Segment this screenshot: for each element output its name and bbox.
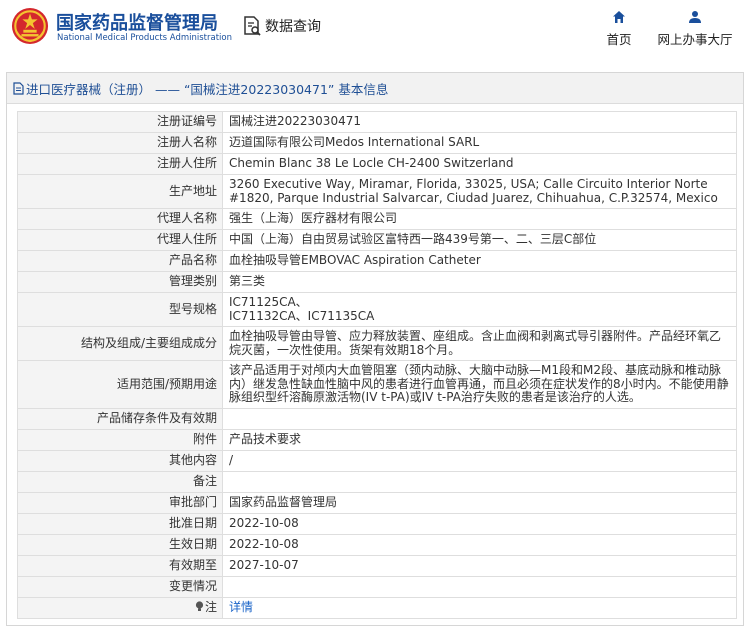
field-value — [222, 408, 737, 430]
registration-info-table: 注册证编号 国械注进20223030471 注册人名称 迈道国际有限公司Medos I… — [17, 111, 737, 619]
nav-home[interactable]: 首页 — [604, 10, 634, 48]
field-label: 注册证编号 — [17, 111, 223, 133]
field-value: 血栓抽吸导管由导管、应力释放装置、座组成。含止血阀和剥离式导引器附件。产品经环氧… — [222, 326, 737, 361]
field-label: 有效期至 — [17, 555, 223, 577]
field-label: 管理类别 — [17, 271, 223, 293]
field-label: 备注 — [17, 471, 223, 493]
info-row: 变更情况 — [17, 576, 737, 598]
field-value: 第三类 — [222, 271, 737, 293]
document-search-icon — [244, 16, 261, 36]
document-icon — [13, 81, 24, 95]
field-value: 该产品适用于对颅内大血管阻塞（颈内动脉、大脑中动脉—M1段和M2段、基底动脉和椎… — [222, 360, 737, 409]
field-value: 2022-10-08 — [222, 534, 737, 556]
brand-name-en[interactable]: National Medical Products Administration — [57, 33, 232, 43]
field-label: 批准日期 — [17, 513, 223, 535]
note-row: 注详情 — [17, 597, 737, 619]
field-value: 中国（上海）自由贸易试验区富特西一路439号第一、二、三层C部位 — [222, 229, 737, 251]
field-value: 3260 Executive Way, Miramar, Florida, 33… — [222, 174, 737, 209]
field-value: IC71125CA、 IC71132CA、IC71135CA — [222, 292, 737, 327]
field-value: 2027-10-07 — [222, 555, 737, 577]
data-query-link[interactable]: 数据查询 — [242, 13, 321, 39]
field-label: 适用范围/预期用途 — [17, 360, 223, 409]
info-row: 备注 — [17, 471, 737, 493]
field-value: 迈道国际有限公司Medos International SARL — [222, 132, 737, 154]
field-label: 代理人名称 — [17, 208, 223, 230]
info-row: 管理类别 第三类 — [17, 271, 737, 293]
info-row: 产品储存条件及有效期 — [17, 408, 737, 430]
info-row: 注册人住所 Chemin Blanc 38 Le Locle CH-2400 Sw… — [17, 153, 737, 175]
field-label: 附件 — [17, 429, 223, 451]
field-label: 变更情况 — [17, 576, 223, 598]
field-label: 其他内容 — [17, 450, 223, 472]
brand-name-cn[interactable]: 国家药品监督管理局 — [56, 9, 218, 35]
field-value: 国械注进20223030471 — [222, 111, 737, 133]
panel-title: 进口医疗器械（注册） —— “国械注进20223030471” 基本信息 — [26, 81, 389, 97]
info-row: 其他内容 / — [17, 450, 737, 472]
field-value: 血栓抽吸导管EMBOVAC Aspiration Catheter — [222, 250, 737, 272]
note-label-cell: 注 — [17, 597, 223, 619]
lightbulb-icon — [195, 601, 204, 612]
details-link[interactable]: 详情 — [229, 600, 253, 615]
note-value-cell: 详情 — [222, 597, 737, 619]
field-value: 2022-10-08 — [222, 513, 737, 535]
info-row: 批准日期 2022-10-08 — [17, 513, 737, 535]
info-row: 产品名称 血栓抽吸导管EMBOVAC Aspiration Catheter — [17, 250, 737, 272]
field-value: Chemin Blanc 38 Le Locle CH-2400 Switzer… — [222, 153, 737, 175]
user-icon — [689, 11, 701, 23]
nav-home-label: 首页 — [606, 32, 632, 47]
info-row: 代理人住所 中国（上海）自由贸易试验区富特西一路439号第一、二、三层C部位 — [17, 229, 737, 251]
field-label: 注册人住所 — [17, 153, 223, 175]
info-row: 有效期至 2027-10-07 — [17, 555, 737, 577]
info-row: 附件 产品技术要求 — [17, 429, 737, 451]
info-row: 适用范围/预期用途 该产品适用于对颅内大血管阻塞（颈内动脉、大脑中动脉—M1段和M… — [17, 360, 737, 409]
info-row: 注册证编号 国械注进20223030471 — [17, 111, 737, 133]
field-value: 产品技术要求 — [222, 429, 737, 451]
info-row: 审批部门 国家药品监督管理局 — [17, 492, 737, 514]
field-label: 结构及组成/主要组成成分 — [17, 326, 223, 361]
info-row: 生产地址 3260 Executive Way, Miramar, Florida… — [17, 174, 737, 209]
info-row: 代理人名称 强生（上海）医疗器材有限公司 — [17, 208, 737, 230]
detail-panel: 进口医疗器械（注册） —— “国械注进20223030471” 基本信息 注册证… — [6, 72, 744, 626]
info-row: 生效日期 2022-10-08 — [17, 534, 737, 556]
panel-title-bar: 进口医疗器械（注册） —— “国械注进20223030471” 基本信息 — [7, 73, 743, 104]
info-row: 型号规格 IC71125CA、 IC71132CA、IC71135CA — [17, 292, 737, 327]
home-icon — [613, 11, 625, 23]
field-label: 型号规格 — [17, 292, 223, 327]
field-value: 强生（上海）医疗器材有限公司 — [222, 208, 737, 230]
field-label: 审批部门 — [17, 492, 223, 514]
site-header: 国家药品监督管理局 National Medical Products Admi… — [0, 0, 745, 58]
field-label: 生产地址 — [17, 174, 223, 209]
nav-online-service-hall-label: 网上办事大厅 — [657, 32, 733, 47]
data-query-label: 数据查询 — [265, 19, 321, 35]
field-label: 注册人名称 — [17, 132, 223, 154]
field-label: 生效日期 — [17, 534, 223, 556]
field-value — [222, 576, 737, 598]
field-value — [222, 471, 737, 493]
national-emblem-logo[interactable] — [11, 7, 49, 45]
field-value: / — [222, 450, 737, 472]
info-row: 注册人名称 迈道国际有限公司Medos International SARL — [17, 132, 737, 154]
field-label: 产品储存条件及有效期 — [17, 408, 223, 430]
nav-online-service-hall[interactable]: 网上办事大厅 — [655, 10, 735, 48]
field-label: 产品名称 — [17, 250, 223, 272]
field-value: 国家药品监督管理局 — [222, 492, 737, 514]
info-row: 结构及组成/主要组成成分 血栓抽吸导管由导管、应力释放装置、座组成。含止血阀和剥离… — [17, 326, 737, 361]
note-label: 注 — [204, 600, 217, 615]
field-label: 代理人住所 — [17, 229, 223, 251]
